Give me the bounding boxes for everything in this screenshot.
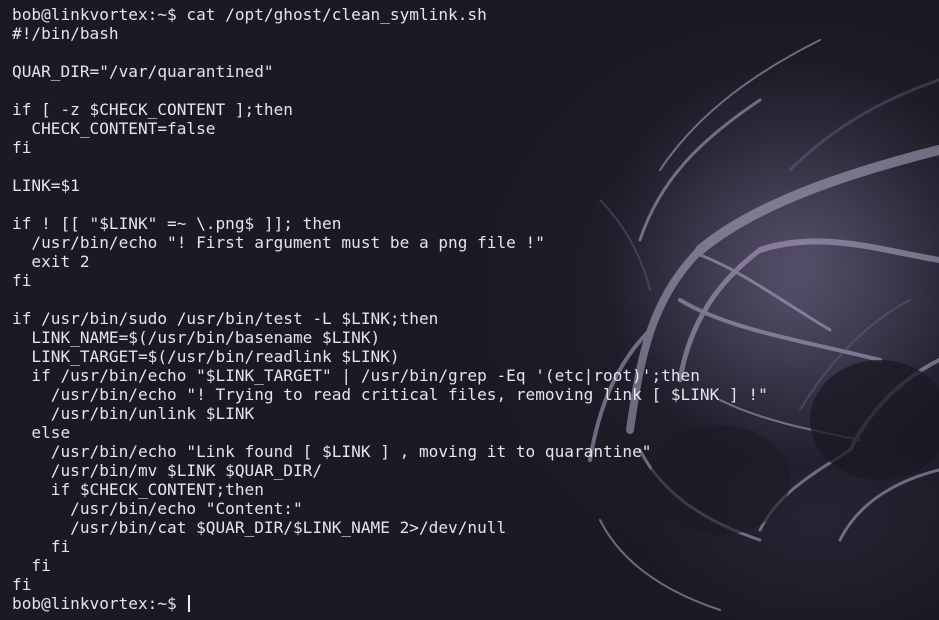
terminal-line: exit 2 [12, 252, 90, 271]
text-cursor [188, 595, 191, 612]
terminal-window[interactable]: bob@linkvortex:~$ cat /opt/ghost/clean_s… [0, 0, 939, 620]
terminal-line: /usr/bin/cat $QUAR_DIR/$LINK_NAME 2>/dev… [12, 518, 507, 537]
terminal-line: /usr/bin/mv $LINK $QUAR_DIR/ [12, 461, 323, 480]
terminal-line: CHECK_CONTENT=false [12, 119, 216, 138]
terminal-line: if $CHECK_CONTENT;then [12, 480, 264, 499]
terminal-output: bob@linkvortex:~$ cat /opt/ghost/clean_s… [12, 5, 768, 613]
shell-prompt: bob@linkvortex:~$ [12, 594, 187, 613]
terminal-line: if /usr/bin/sudo /usr/bin/test -L $LINK;… [12, 309, 439, 328]
terminal-line: /usr/bin/echo "! Trying to read critical… [12, 385, 768, 404]
terminal-line: fi [12, 537, 71, 556]
terminal-line: fi [12, 556, 51, 575]
terminal-line: /usr/bin/echo "Content:" [12, 499, 303, 518]
terminal-line: #!/bin/bash [12, 24, 119, 43]
terminal-line: /usr/bin/echo "Link found [ $LINK ] , mo… [12, 442, 652, 461]
terminal-line: LINK=$1 [12, 176, 80, 195]
terminal-line: if /usr/bin/echo "$LINK_TARGET" | /usr/b… [12, 366, 700, 385]
terminal-line: QUAR_DIR="/var/quarantined" [12, 62, 274, 81]
terminal-line: if ! [[ "$LINK" =~ \.png$ ]]; then [12, 214, 342, 233]
terminal-line: fi [12, 138, 32, 157]
terminal-line: fi [12, 575, 32, 594]
terminal-line: /usr/bin/unlink $LINK [12, 404, 255, 423]
prompt-line[interactable]: bob@linkvortex:~$ [12, 594, 768, 613]
terminal-line: if [ -z $CHECK_CONTENT ];then [12, 100, 293, 119]
terminal-line: LINK_TARGET=$(/usr/bin/readlink $LINK) [12, 347, 400, 366]
terminal-line: fi [12, 271, 32, 290]
terminal-line: /usr/bin/echo "! First argument must be … [12, 233, 545, 252]
terminal-line: LINK_NAME=$(/usr/bin/basename $LINK) [12, 328, 381, 347]
terminal-line: bob@linkvortex:~$ cat /opt/ghost/clean_s… [12, 5, 487, 24]
terminal-line: else [12, 423, 71, 442]
